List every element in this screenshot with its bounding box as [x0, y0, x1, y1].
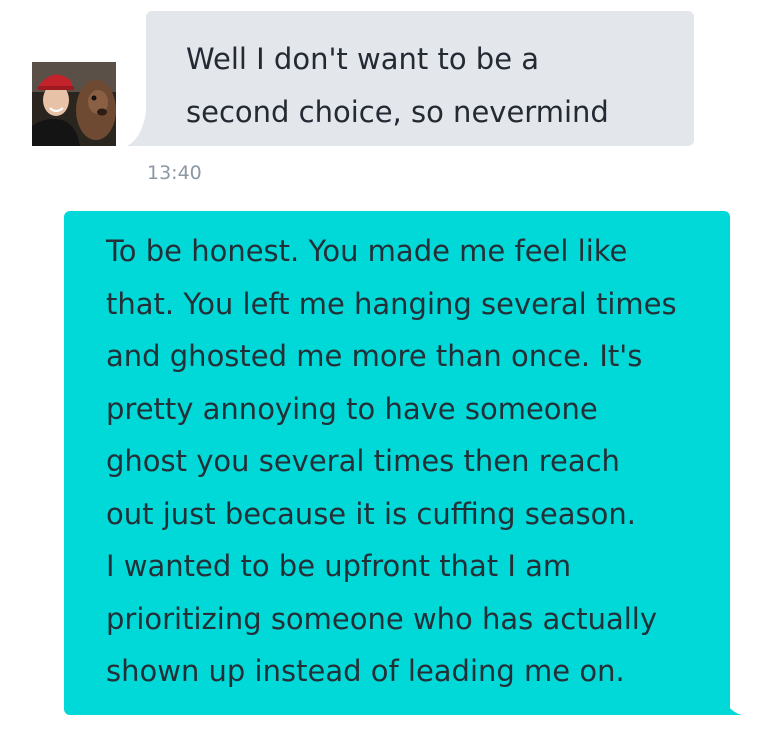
outgoing-message-line: prioritizing someone who has actually [106, 601, 657, 636]
outgoing-message-line: shown up instead of leading me on. [106, 654, 625, 688]
avatar-photo-icon [32, 62, 116, 146]
outgoing-message-line: ghost you several times then reach [106, 444, 620, 478]
outgoing-message-line: out just because it is cuffing season. [106, 496, 636, 531]
incoming-message-line: second choice, so nevermind [186, 95, 609, 129]
outgoing-bubble-tail [716, 676, 742, 715]
incoming-message-bubble[interactable]: Well I don't want to be a second choice,… [146, 11, 694, 146]
message-timestamp: 13:40 [147, 162, 202, 184]
outgoing-message-line: To be honest. You made me feel like [106, 234, 628, 268]
outgoing-message-line: pretty annoying to have someone [106, 391, 598, 426]
contact-avatar[interactable] [32, 62, 116, 146]
outgoing-message-line: and ghosted me more than once. It's [106, 339, 643, 373]
outgoing-message-line: that. You left me hanging several times [106, 286, 677, 321]
outgoing-message-bubble[interactable]: To be honest. You made me feel like that… [64, 211, 730, 715]
incoming-message-line: Well I don't want to be a [186, 42, 540, 76]
outgoing-message-line: I wanted to be upfront that I am [106, 549, 572, 583]
